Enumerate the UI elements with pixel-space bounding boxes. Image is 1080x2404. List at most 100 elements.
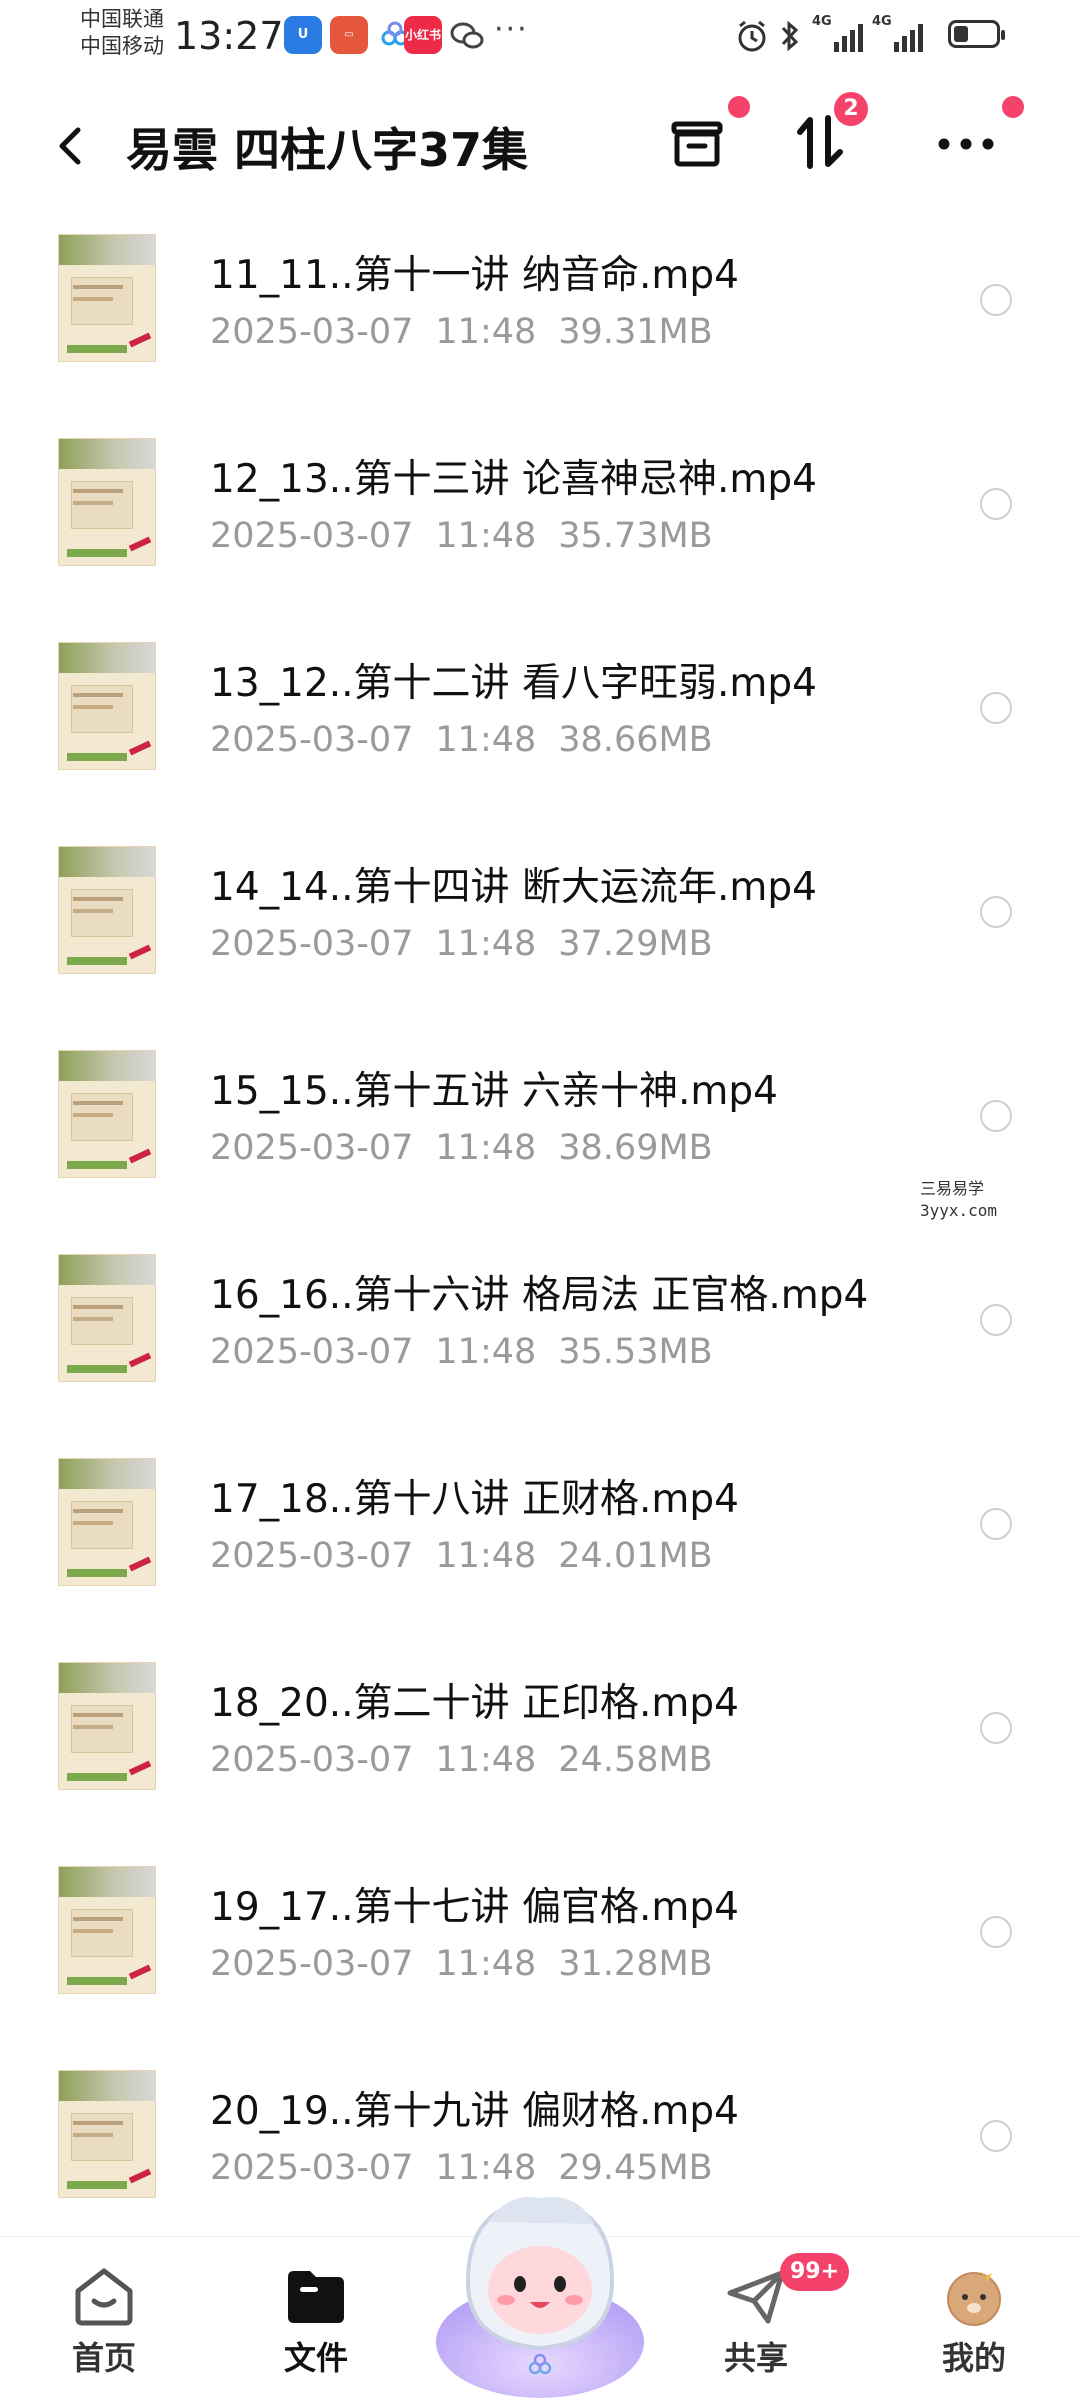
nav-mine-label: 我的 <box>941 2339 1006 2377</box>
file-row[interactable]: 15_15..第十五讲 六亲十神.mp4 2025-03-07 11:48 38.6… <box>0 1016 1080 1220</box>
file-row[interactable]: 19_17..第十七讲 偏官格.mp4 2025-03-07 11:48 31.28… <box>0 1832 1080 2036</box>
file-size: 39.31MB <box>558 312 713 352</box>
file-name: 15_15..第十五讲 六亲十神.mp4 <box>210 1069 778 1114</box>
status-more-icon: ··· <box>494 12 529 47</box>
wechat-icon <box>448 16 486 54</box>
video-thumbnail <box>58 2070 156 2198</box>
file-time: 11:48 <box>435 1740 537 1780</box>
archive-icon <box>671 121 723 167</box>
file-row[interactable]: 17_18..第十八讲 正财格.mp4 2025-03-07 11:48 24.01… <box>0 1424 1080 1628</box>
nav-share-label: 共享 <box>723 2339 788 2377</box>
video-thumbnail <box>58 1050 156 1178</box>
video-thumbnail <box>58 1866 156 1994</box>
file-meta: 2025-03-07 11:48 31.28MB <box>210 1944 713 1984</box>
file-row[interactable]: 18_20..第二十讲 正印格.mp4 2025-03-07 11:48 24.58… <box>0 1628 1080 1832</box>
file-time: 11:48 <box>435 1332 537 1372</box>
more-button[interactable] <box>926 96 1024 182</box>
app-xiaohongshu-icon: 小红书 <box>404 16 442 54</box>
app-xiaohongshu-label: 小红书 <box>404 28 441 42</box>
nav-files[interactable]: 文件 <box>236 2237 396 2401</box>
file-time: 11:48 <box>435 1944 537 1984</box>
avatar-icon <box>947 2269 1001 2326</box>
file-date: 2025-03-07 <box>210 2148 414 2188</box>
watermark-line-1: 三易易学 <box>920 1179 985 1198</box>
file-row[interactable]: 11_11..第十一讲 纳音命.mp4 2025-03-07 11:48 39.31… <box>0 200 1080 404</box>
status-time: 13:27 <box>174 14 284 58</box>
file-name: 11_11..第十一讲 纳音命.mp4 <box>210 253 739 298</box>
select-radio[interactable] <box>980 1304 1012 1336</box>
app-header: 易雲 四柱八字37集 2 <box>0 90 1080 200</box>
assistant-mascot-button[interactable] <box>428 2172 652 2400</box>
file-time: 11:48 <box>435 1536 537 1576</box>
more-red-dot <box>1002 96 1024 118</box>
video-thumbnail <box>58 234 156 362</box>
watermark: 三易易学 3yyx.com <box>920 1178 997 1222</box>
nav-home-label: 首页 <box>71 2339 136 2377</box>
file-name: 20_19..第十九讲 偏财格.mp4 <box>210 2089 739 2134</box>
video-thumbnail <box>58 438 156 566</box>
select-radio[interactable] <box>980 896 1012 928</box>
transfer-button[interactable]: 2 <box>784 92 868 182</box>
file-time: 11:48 <box>435 516 537 556</box>
file-date: 2025-03-07 <box>210 1944 414 1984</box>
more-dots-icon <box>938 138 994 150</box>
file-name: 14_14..第十四讲 断大运流年.mp4 <box>210 865 817 910</box>
select-radio[interactable] <box>980 2120 1012 2152</box>
nav-mine[interactable]: 我的 <box>894 2237 1054 2401</box>
file-size: 38.66MB <box>558 720 713 760</box>
file-row[interactable]: 16_16..第十六讲 格局法 正官格.mp4 2025-03-07 11:48 3… <box>0 1220 1080 1424</box>
nav-share[interactable]: 共享 99+ <box>676 2237 850 2401</box>
file-date: 2025-03-07 <box>210 1536 414 1576</box>
video-thumbnail <box>58 1254 156 1382</box>
nav-home[interactable]: 首页 <box>24 2237 184 2401</box>
select-radio[interactable] <box>980 1508 1012 1540</box>
carrier-2: 中国移动 <box>80 34 164 58</box>
file-meta: 2025-03-07 11:48 38.66MB <box>210 720 713 760</box>
file-name: 16_16..第十六讲 格局法 正官格.mp4 <box>210 1273 869 1318</box>
file-row[interactable]: 12_13..第十三讲 论喜神忌神.mp4 2025-03-07 11:48 35.… <box>0 404 1080 608</box>
file-date: 2025-03-07 <box>210 924 414 964</box>
carrier-1: 中国联通 <box>80 7 164 31</box>
file-row[interactable]: 13_12..第十二讲 看八字旺弱.mp4 2025-03-07 11:48 38.… <box>0 608 1080 812</box>
file-date: 2025-03-07 <box>210 1332 414 1372</box>
video-thumbnail <box>58 846 156 974</box>
nav-files-label: 文件 <box>283 2339 348 2377</box>
mascot-icon <box>436 2197 644 2398</box>
file-name: 12_13..第十三讲 论喜神忌神.mp4 <box>210 457 817 502</box>
alarm-icon <box>738 20 766 52</box>
file-time: 11:48 <box>435 924 537 964</box>
back-button[interactable] <box>46 116 96 176</box>
file-name: 17_18..第十八讲 正财格.mp4 <box>210 1477 739 1522</box>
file-meta: 2025-03-07 11:48 24.01MB <box>210 1536 713 1576</box>
signal-1-icon <box>834 24 863 52</box>
page-title: 易雲 四柱八字37集 <box>126 123 529 177</box>
file-size: 37.29MB <box>558 924 713 964</box>
battery-icon <box>948 20 1005 48</box>
file-meta: 2025-03-07 11:48 39.31MB <box>210 312 713 352</box>
file-time: 11:48 <box>435 312 537 352</box>
archive-red-dot <box>728 96 750 118</box>
file-row[interactable]: 14_14..第十四讲 断大运流年.mp4 2025-03-07 11:48 37.… <box>0 812 1080 1016</box>
chevron-left-icon <box>59 127 81 165</box>
file-size: 24.58MB <box>558 1740 713 1780</box>
file-meta: 2025-03-07 11:48 37.29MB <box>210 924 713 964</box>
transfer-badge: 2 <box>834 92 868 126</box>
select-radio[interactable] <box>980 1916 1012 1948</box>
select-radio[interactable] <box>980 1712 1012 1744</box>
select-radio[interactable] <box>980 1100 1012 1132</box>
bluetooth-icon <box>781 20 799 52</box>
video-thumbnail <box>58 1458 156 1586</box>
signal-2-icon <box>894 24 923 52</box>
carrier-info: 中国联通 中国移动 <box>80 6 164 60</box>
archive-button[interactable] <box>660 96 750 182</box>
watermark-line-2: 3yyx.com <box>920 1201 998 1220</box>
file-size: 35.53MB <box>558 1332 713 1372</box>
file-time: 11:48 <box>435 720 537 760</box>
select-radio[interactable] <box>980 692 1012 724</box>
file-size: 24.01MB <box>558 1536 713 1576</box>
select-radio[interactable] <box>980 488 1012 520</box>
file-date: 2025-03-07 <box>210 720 414 760</box>
select-radio[interactable] <box>980 284 1012 316</box>
file-name: 19_17..第十七讲 偏官格.mp4 <box>210 1885 739 1930</box>
file-time: 11:48 <box>435 1128 537 1168</box>
